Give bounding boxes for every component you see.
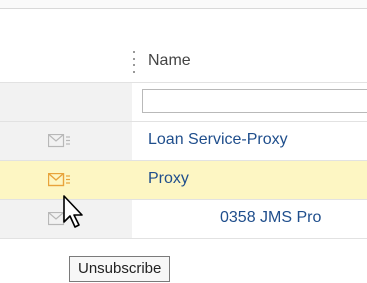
row-name-link[interactable]: 0358 JMS Pro <box>220 209 321 227</box>
top-border <box>0 0 367 9</box>
table-row[interactable]: 0358 JMS Pro <box>0 200 367 239</box>
filter-row <box>0 83 367 122</box>
table-row[interactable]: Proxy <box>0 161 367 200</box>
page: Name Loan Service-Proxy Proxy 0358 JMS P… <box>0 0 367 283</box>
row-name-link[interactable]: Proxy <box>148 170 189 188</box>
mail-subscribe-icon[interactable] <box>48 134 72 148</box>
grid-header-row: Name <box>0 38 367 83</box>
mail-subscribe-icon[interactable] <box>48 173 72 187</box>
filter-row-left-cell <box>0 83 132 121</box>
table-row[interactable]: Loan Service-Proxy <box>0 122 367 161</box>
mouse-cursor-icon <box>63 195 83 228</box>
row-name-link[interactable]: Loan Service-Proxy <box>148 131 288 149</box>
subscriptions-grid: Name Loan Service-Proxy Proxy 0358 JMS P… <box>0 38 367 239</box>
name-filter-input[interactable] <box>142 89 367 113</box>
unsubscribe-tooltip: Unsubscribe <box>69 256 171 282</box>
name-column-header[interactable]: Name <box>148 52 191 70</box>
column-resize-handle[interactable] <box>132 51 135 73</box>
